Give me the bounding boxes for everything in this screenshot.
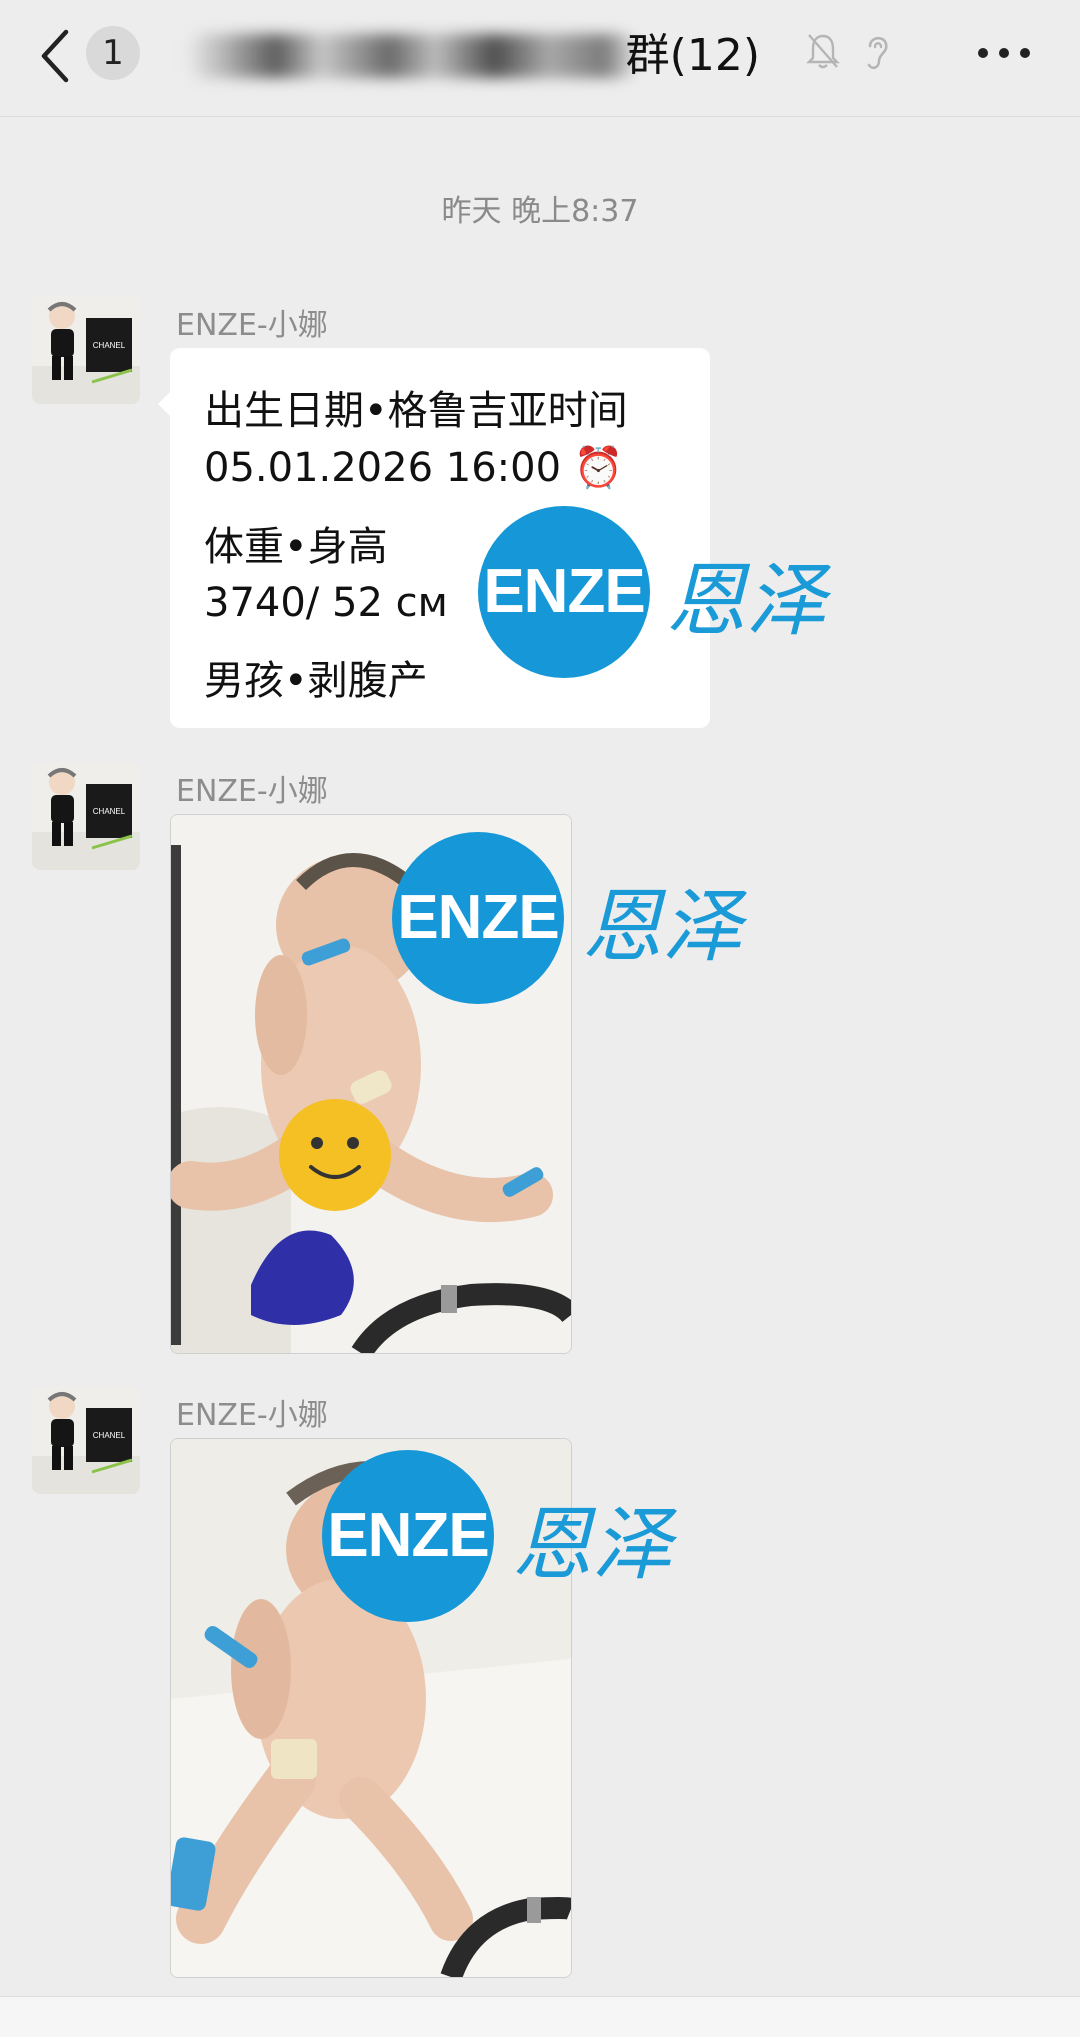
back-arrow-icon[interactable] [36, 26, 76, 86]
enze-watermark-logo: ENZE [322, 1450, 494, 1622]
message-line: 体重•身高 [204, 524, 388, 570]
enze-watermark-logo: ENZE [478, 506, 650, 678]
enze-watermark-brand: 恩泽 [582, 880, 742, 973]
avatar-brand-text: CHANEL [93, 1431, 126, 1440]
input-bar-edge [0, 1996, 1080, 2037]
message-line: 出生日期•格鲁吉亚时间 [204, 388, 628, 434]
sender-avatar[interactable]: CHANEL [32, 1386, 140, 1494]
enze-watermark-brand: 恩泽 [666, 554, 826, 647]
sender-avatar[interactable]: CHANEL [32, 762, 140, 870]
avatar-brand-text: CHANEL [93, 341, 126, 350]
mute-bell-icon [806, 34, 840, 69]
earpiece-mode-icon [867, 36, 888, 70]
sender-name: ENZE-小娜 [176, 1398, 328, 1433]
chat-header: 1 群(12) [0, 0, 1080, 117]
message-line: 3740/ 52 см [204, 580, 448, 626]
message-timestamp: 昨天 晚上8:37 [441, 194, 639, 229]
enze-watermark-brand: 恩泽 [512, 1498, 672, 1591]
more-options-icon[interactable] [976, 46, 1032, 60]
avatar-image: CHANEL [32, 1386, 140, 1494]
avatar-image: CHANEL [32, 762, 140, 870]
avatar-brand-text: CHANEL [93, 807, 126, 816]
sender-name: ENZE-小娜 [176, 774, 328, 809]
message-line: 男孩•剥腹产 [204, 658, 428, 704]
enze-watermark-logo: ENZE [392, 832, 564, 1004]
avatar-image: CHANEL [32, 296, 140, 404]
chat-title[interactable]: 群(12) [180, 24, 760, 88]
sender-name: ENZE-小娜 [176, 308, 328, 343]
unread-count-badge[interactable]: 1 [86, 26, 140, 80]
sender-avatar[interactable]: CHANEL [32, 296, 140, 404]
message-line: 05.01.2026 16:00 ⏰ [204, 445, 624, 491]
